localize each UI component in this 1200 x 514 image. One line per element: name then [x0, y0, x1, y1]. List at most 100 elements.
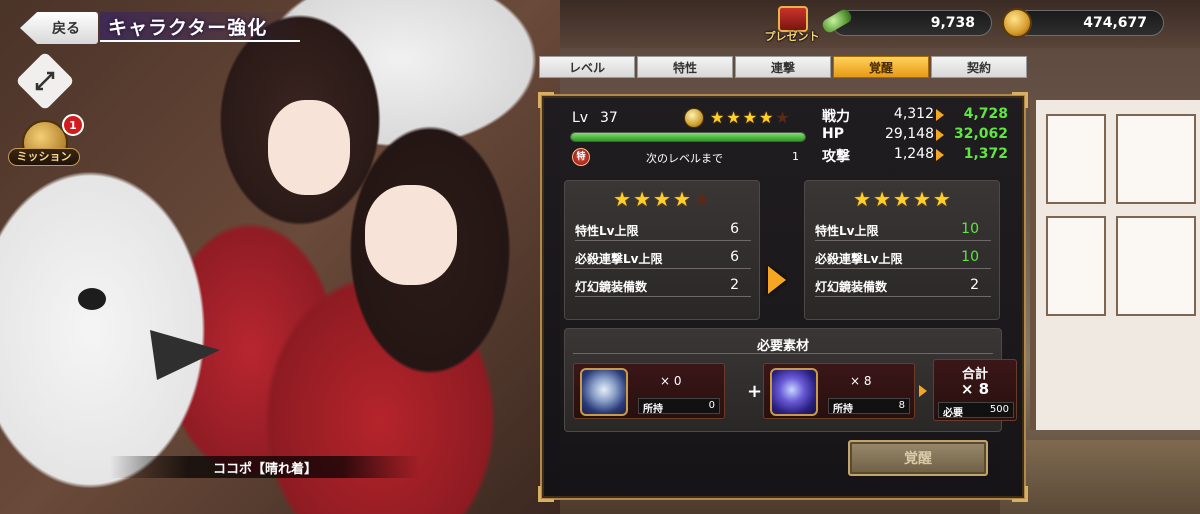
star-filled-icon: ★	[633, 187, 652, 211]
stat-next: 1,372	[963, 146, 1008, 162]
stat-label: 戦力	[822, 109, 850, 125]
stat-label: HP	[822, 126, 844, 142]
mission-notification-badge: 1	[62, 114, 84, 136]
current-row: 灯幻鏡装備数 2	[575, 275, 751, 297]
bird-eye	[78, 288, 106, 310]
row-label: 特性Lv上限	[815, 224, 879, 238]
material-card[interactable]: × 8 所持 8	[763, 363, 915, 419]
arrow-right-icon	[936, 109, 944, 121]
material-quantity: × 8	[850, 374, 872, 388]
materials-total: 合計 × 8 必要 500	[933, 359, 1017, 421]
character-name: ココポ【晴れ着】	[212, 461, 317, 477]
material-owned: 所持 8	[828, 398, 910, 415]
row-value: 6	[730, 221, 739, 237]
tab-combo[interactable]: 連撃	[735, 56, 831, 78]
current-row: 特性Lv上限 6	[575, 219, 751, 241]
character-name-bar: ココポ【晴れ着】	[110, 456, 420, 478]
stat-current: 1,248	[893, 146, 934, 162]
stat-attack: 攻撃 1,248 1,372	[822, 146, 1018, 165]
present-button[interactable]: プレゼント	[762, 6, 822, 46]
page-title: キャラクター強化	[108, 16, 268, 39]
stat-next: 4,728	[963, 106, 1008, 122]
present-label: プレゼント	[764, 30, 820, 43]
xp-bar-fill	[571, 133, 805, 141]
need-value: 500	[989, 404, 1009, 415]
owned-value: 8	[898, 400, 905, 411]
stat-power: 戦力 4,312 4,728	[822, 106, 1018, 125]
next-rank-box: ★ ★ ★ ★ ★ 特性Lv上限 10 必殺連撃Lv上限 10 灯幻鏡装備数 2	[804, 180, 1000, 320]
star-filled-icon: ★	[653, 187, 671, 211]
character-face	[365, 185, 457, 285]
next-level-value: 1	[792, 150, 799, 163]
expand-arrows-icon	[35, 71, 55, 91]
owned-label: 所持	[833, 404, 853, 415]
stat-hp: HP 29,148 32,062	[822, 126, 1018, 144]
character-art	[0, 0, 560, 514]
arrow-right-icon	[919, 385, 927, 397]
level-value: 37	[600, 110, 618, 126]
materials-title: 必要素材	[756, 339, 809, 354]
need-label: 必要	[943, 408, 963, 419]
star-filled-icon: ★	[726, 108, 741, 127]
gem-amount: 9,738	[930, 15, 975, 31]
star-filled-icon: ★	[893, 187, 911, 211]
character-face	[268, 100, 350, 195]
material-quantity: × 0	[660, 374, 682, 388]
background-floor	[1000, 440, 1200, 514]
back-button-label: 戻る	[52, 21, 80, 37]
mission-button[interactable]: ミッション 1	[8, 114, 84, 178]
arrow-right-icon	[936, 129, 944, 141]
tab-awaken[interactable]: 覚醒	[833, 56, 929, 78]
star-filled-icon: ★	[672, 187, 691, 211]
owned-label: 所持	[643, 404, 663, 415]
star-filled-icon: ★	[873, 187, 892, 211]
page-title-bar: キャラクター強化	[100, 12, 300, 42]
next-level-label: 次のレベルまで	[646, 152, 723, 165]
tab-level[interactable]: レベル	[539, 56, 635, 78]
background-window	[1030, 100, 1200, 430]
current-rank-stars: ★ ★ ★ ★ ★	[565, 189, 759, 209]
tab-bar: レベル 特性 連撃 覚醒 契約	[539, 56, 1027, 78]
material-owned: 所持 0	[638, 398, 720, 415]
stat-label: 攻撃	[822, 149, 850, 165]
star-filled-icon: ★	[613, 187, 632, 211]
required-gold: 必要 500	[938, 402, 1014, 419]
plus-icon: +	[747, 381, 763, 402]
rank-medal-icon	[684, 108, 704, 128]
awaken-button[interactable]: 覚醒	[848, 440, 988, 476]
star-filled-icon: ★	[759, 108, 774, 127]
owned-value: 0	[708, 400, 715, 411]
row-label: 灯幻鏡装備数	[575, 280, 648, 294]
trait-icon: 特	[572, 148, 590, 166]
row-value: 10	[961, 249, 979, 265]
required-materials: 必要素材 × 0 所持 0 + × 8 所持 8 合計 × 8 必要 500	[564, 328, 1017, 432]
next-row: 灯幻鏡装備数 2	[815, 275, 991, 297]
blue-spirit-icon	[770, 368, 818, 416]
current-row: 必殺連撃Lv上限 6	[575, 247, 751, 269]
star-filled-icon: ★	[853, 187, 872, 211]
rank-stars: ★ ★ ★ ★ ★	[710, 110, 790, 126]
level-label: Lv	[572, 110, 589, 126]
row-value: 2	[730, 277, 739, 293]
stat-current: 29,148	[885, 126, 934, 142]
material-card[interactable]: × 0 所持 0	[573, 363, 725, 419]
gem-counter: 9,738	[832, 10, 992, 36]
row-label: 必殺連撃Lv上限	[815, 252, 903, 266]
awaken-panel: Lv 37 ★ ★ ★ ★ ★ 特 次のレベルまで 1 戦力 4,312 4,728 H…	[538, 92, 1028, 502]
star-filled-icon: ★	[912, 187, 931, 211]
stat-current: 4,312	[893, 106, 934, 122]
star-filled-icon: ★	[742, 108, 758, 127]
stat-next: 32,062	[953, 126, 1008, 142]
tab-trait[interactable]: 特性	[637, 56, 733, 78]
xp-bar	[570, 132, 806, 142]
star-filled-icon: ★	[932, 187, 951, 211]
ghost-orb-icon	[580, 368, 628, 416]
arrow-right-icon	[936, 149, 944, 161]
tab-contract[interactable]: 契約	[931, 56, 1027, 78]
next-rank-stars: ★ ★ ★ ★ ★	[805, 189, 999, 209]
row-label: 灯幻鏡装備数	[815, 280, 888, 294]
gold-coin-icon	[1002, 8, 1032, 38]
star-filled-icon: ★	[710, 108, 725, 127]
mission-label: ミッション	[8, 148, 80, 166]
gold-amount: 474,677	[1083, 15, 1147, 31]
